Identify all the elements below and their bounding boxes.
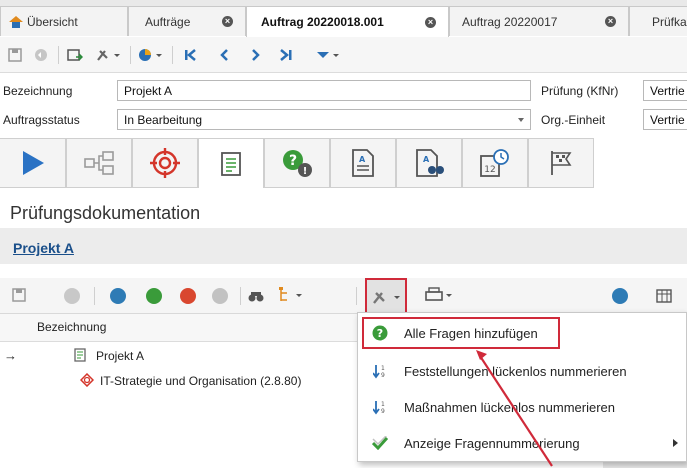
close-icon[interactable]: × [605, 16, 616, 27]
checkmark-icon [368, 436, 392, 450]
close-icon[interactable]: × [222, 16, 233, 27]
save-icon[interactable] [6, 44, 24, 66]
flag-button[interactable] [528, 138, 594, 188]
tab-label: Aufträge [145, 14, 191, 29]
org-einheit-label: Org.-Einheit [541, 113, 606, 127]
flag-icon [551, 151, 572, 175]
calendar-button[interactable]: 12 [462, 138, 528, 188]
target-icon [79, 372, 95, 390]
submenu-arrow-icon [673, 439, 678, 447]
tab-auftrag-20220018[interactable]: Auftrag 20220018.001 × [246, 6, 449, 37]
cancel-icon[interactable] [32, 44, 50, 66]
svg-text:A: A [423, 155, 430, 164]
chart-icon[interactable] [136, 44, 166, 66]
checklist-icon [221, 151, 241, 176]
question-icon: ?! [283, 150, 312, 177]
structure-icon [84, 151, 114, 175]
tree-row-label: Projekt A [96, 349, 145, 363]
tree-row-label: IT-Strategie und Organisation (2.8.80) [100, 374, 302, 388]
search-icon[interactable] [248, 289, 264, 306]
first-icon[interactable] [180, 44, 200, 66]
search-document-button[interactable]: A [396, 138, 462, 188]
play-button[interactable] [0, 138, 66, 188]
org-einheit-field[interactable]: Vertrie [643, 109, 687, 130]
play-icon [22, 151, 44, 175]
cancel-icon[interactable] [64, 288, 80, 304]
svg-text:1: 1 [381, 365, 385, 372]
bezeichnung-label: Bezeichnung [3, 84, 73, 98]
tree-row[interactable]: IT-Strategie und Organisation (2.8.80) [0, 369, 360, 394]
auftragsstatus-label: Auftragsstatus [3, 113, 80, 127]
auftragsstatus-value: In Bearbeitung [124, 113, 203, 127]
svg-text:1: 1 [381, 401, 385, 408]
tab-auftraege[interactable]: Aufträge × [128, 6, 246, 36]
subtitle-bar [0, 228, 687, 264]
tools-icon[interactable] [94, 44, 124, 66]
number-sort-icon: 19 [368, 363, 392, 379]
home-icon [9, 15, 23, 28]
close-icon[interactable]: × [425, 16, 436, 28]
tab-label: Auftrag 20220018.001 [261, 15, 384, 29]
tree-row[interactable]: → Projekt A [0, 344, 360, 369]
question-button[interactable]: ?! [264, 138, 330, 188]
checklist-icon [74, 348, 86, 365]
bezeichnung-field[interactable]: Projekt A [117, 80, 531, 101]
next-icon[interactable] [246, 44, 266, 66]
number-sort-icon: 19 [368, 399, 392, 415]
prev-icon[interactable] [214, 44, 234, 66]
pruefung-label: Prüfung (KfNr) [541, 84, 619, 98]
add-item-icon[interactable] [146, 288, 162, 304]
svg-text:A: A [359, 155, 366, 164]
chevron-down-icon [518, 118, 524, 122]
tab-label: Übersicht [27, 14, 78, 29]
tools-menu-highlight [365, 278, 407, 316]
tab-label: Auftrag 20220017 [462, 14, 558, 29]
tab-auftrag-20220017[interactable]: Auftrag 20220017 × [449, 6, 629, 36]
add-child-icon[interactable] [110, 288, 126, 304]
structure-button[interactable] [66, 138, 132, 188]
svg-text:9: 9 [381, 372, 385, 379]
checklist-button[interactable] [198, 138, 264, 188]
dropdown-menu-icon[interactable] [312, 44, 342, 66]
menu-item-highlight [362, 317, 560, 349]
auftragsstatus-select[interactable]: In Bearbeitung [117, 109, 531, 130]
annotation-arrow-icon [476, 350, 553, 467]
document-button[interactable]: A [330, 138, 396, 188]
project-link[interactable]: Projekt A [13, 240, 74, 256]
navigation-toolbar [0, 37, 687, 73]
target-button[interactable] [132, 138, 198, 188]
svg-text:12: 12 [484, 165, 495, 175]
tab-bar: Übersicht Aufträge × Auftrag 20220018.00… [0, 0, 687, 37]
current-row-arrow-icon: → [4, 348, 17, 363]
export-icon[interactable] [64, 44, 86, 66]
tab-pruefkatalog[interactable]: Prüfka [629, 6, 687, 36]
column-header-bezeichnung[interactable]: Bezeichnung [37, 320, 106, 334]
svg-text:?: ? [289, 153, 297, 169]
tab-uebersicht[interactable]: Übersicht [0, 6, 128, 36]
calendar-icon: 12 [480, 149, 509, 177]
svg-text:9: 9 [381, 408, 385, 415]
save-icon[interactable] [12, 288, 26, 305]
search-document-icon: A [416, 149, 444, 177]
tree-toolbar [0, 278, 687, 314]
printer-icon[interactable] [424, 286, 454, 307]
tree-structure-icon[interactable] [278, 286, 304, 307]
document-icon: A [352, 149, 374, 177]
svg-text:!: ! [303, 166, 308, 177]
pruefung-field[interactable]: Vertrie [643, 80, 687, 101]
remove-item-icon[interactable] [180, 288, 196, 304]
target-icon [150, 148, 180, 178]
last-icon[interactable] [276, 44, 296, 66]
page-title: Prüfungsdokumentation [10, 203, 201, 223]
delete-icon[interactable] [212, 288, 228, 304]
tab-label: Prüfka [652, 14, 687, 29]
